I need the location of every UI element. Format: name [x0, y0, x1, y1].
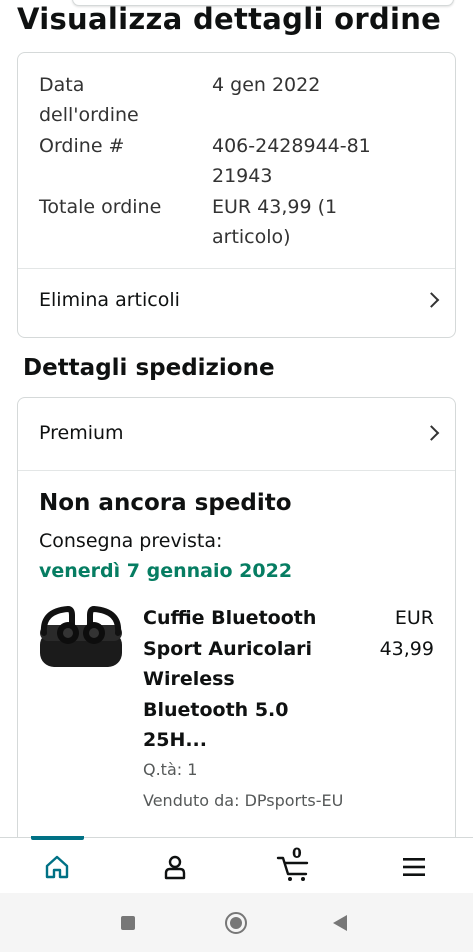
order-summary-card: Data dell'ordine 4 gen 2022 Ordine # 406…	[17, 52, 456, 338]
recent-apps-icon[interactable]	[121, 916, 135, 930]
chevron-right-icon	[423, 425, 440, 441]
menu-icon	[403, 858, 425, 876]
shipment-status: Non ancora spedito	[39, 490, 292, 516]
product-quantity: Q.tà: 1	[143, 760, 198, 779]
shipping-method-link[interactable]: Premium	[18, 403, 455, 463]
tab-menu[interactable]	[394, 850, 434, 884]
product-price: EUR 43,99	[379, 607, 434, 660]
order-total-label: Totale ordine	[39, 196, 162, 218]
product-title-link[interactable]: Cuffie Bluetooth Sport Auricolari Wirele…	[143, 603, 333, 756]
home-icon	[45, 855, 69, 879]
delivery-label: Consegna prevista:	[39, 530, 223, 552]
divider	[18, 470, 455, 471]
active-tab-indicator	[31, 836, 84, 840]
divider	[18, 268, 455, 269]
delete-items-label: Elimina articoli	[39, 289, 180, 311]
system-back-icon[interactable]	[333, 915, 347, 931]
order-number-label: Ordine #	[39, 135, 125, 157]
order-number-value: 406-2428944-8121943	[212, 135, 371, 187]
bottom-tab-bar: 0	[0, 836, 473, 893]
account-icon	[164, 855, 186, 880]
delete-items-link[interactable]: Elimina articoli	[18, 270, 455, 330]
order-date-label: Data dell'ordine	[39, 74, 139, 126]
product-seller: Venduto da: DPsports-EU	[143, 791, 344, 810]
order-total-value: EUR 43,99 (1 articolo)	[212, 196, 338, 248]
shipping-card: Premium Non ancora spedito Consegna prev…	[17, 397, 456, 837]
system-home-icon[interactable]	[225, 912, 247, 934]
shipping-section-title: Dettagli spedizione	[23, 355, 275, 381]
tab-account[interactable]	[155, 850, 195, 884]
system-navigation-bar	[0, 893, 473, 952]
cart-count-badge: 0	[292, 846, 302, 862]
delivery-date: venerdì 7 gennaio 2022	[39, 560, 293, 582]
chevron-right-icon	[423, 292, 440, 308]
tab-home[interactable]	[37, 850, 77, 884]
shipping-method-label: Premium	[39, 422, 124, 444]
order-date-value: 4 gen 2022	[212, 74, 321, 96]
tab-cart[interactable]: 0	[274, 846, 314, 884]
earbuds-image[interactable]	[38, 603, 124, 673]
page-title: Visualizza dettagli ordine	[17, 2, 442, 36]
